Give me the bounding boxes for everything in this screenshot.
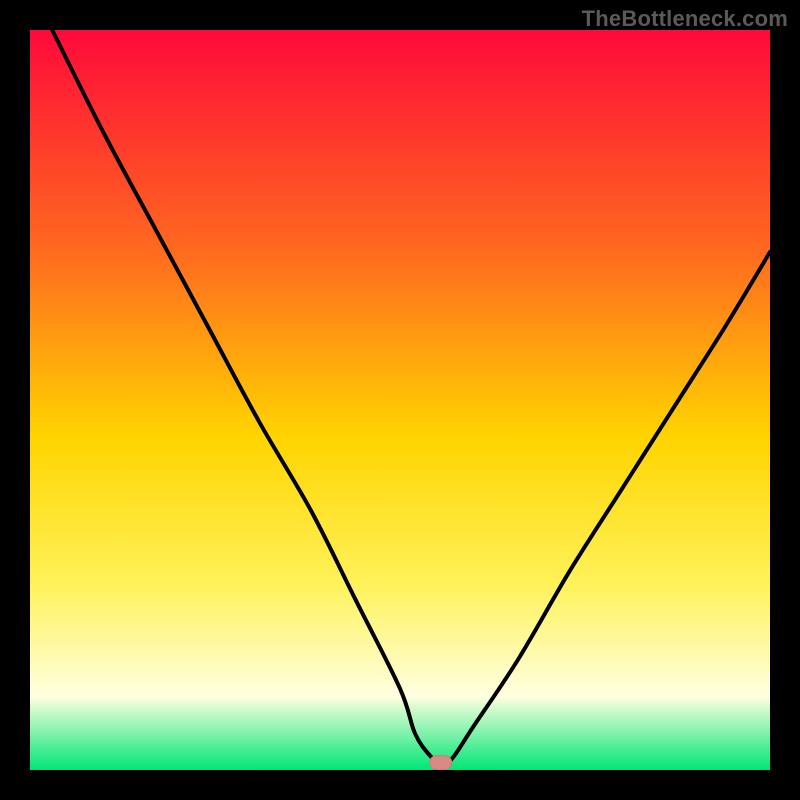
chart-svg [0,0,800,800]
chart-border-left [0,0,30,800]
plot-background [30,30,770,770]
optimum-marker [430,756,452,770]
chart-border-right [770,0,800,800]
watermark: TheBottleneck.com [582,6,788,32]
chart-container: TheBottleneck.com [0,0,800,800]
chart-border-bottom [0,770,800,800]
